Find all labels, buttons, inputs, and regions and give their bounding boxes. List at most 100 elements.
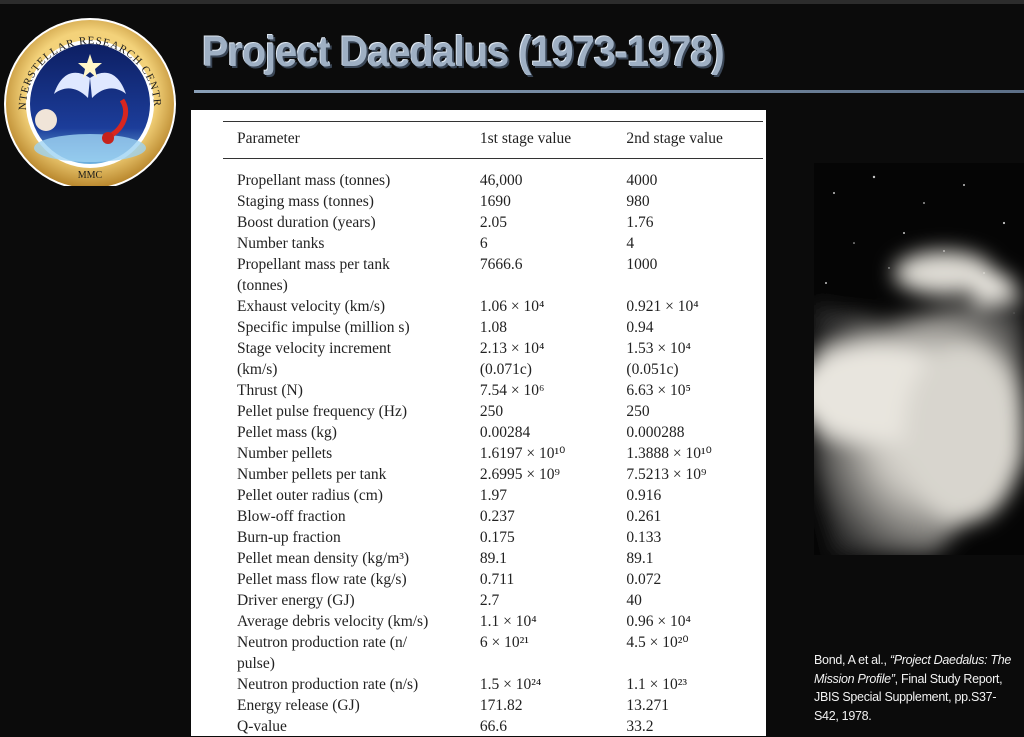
column-header-parameter: Parameter <box>223 121 466 159</box>
parameter-cell: Blow-off fraction <box>237 508 346 525</box>
stage-2-cell: 4.5 × 10²⁰ <box>626 634 689 651</box>
stage-1-cell: 7.54 × 10⁶ <box>479 382 545 399</box>
stage-1-cell: 250 <box>479 403 504 420</box>
table-row: Neutron production rate (n/s) 1.5 × 10²⁴… <box>223 674 763 695</box>
stage-2-cell: 33.2 <box>626 718 654 735</box>
stage-1-cell: 1690 <box>479 193 511 210</box>
parameter-cell: Average debris velocity (km/s) <box>237 613 429 630</box>
parameter-cell: Neutron production rate (n/pulse) <box>223 632 466 674</box>
slide-title: Project Daedalus (1973-1978) <box>202 28 725 76</box>
stage-2-cell: 40 <box>626 592 642 609</box>
interstellar-research-centre-logo: INTERSTELLAR RESEARCH CENTRE MMC <box>2 16 176 186</box>
stage-1-cell: 6 <box>479 235 488 252</box>
table-row: Specific impulse (million s) 1.08 0.94 <box>223 317 763 338</box>
parameter-line: Propellant mass per tank <box>237 256 390 273</box>
stage-2-cell: 7.5213 × 10⁹ <box>626 466 707 483</box>
table-row: Pellet mass (kg) 0.00284 0.000288 <box>223 422 763 443</box>
stage-2-cell: 250 <box>626 403 650 420</box>
table-row: Staging mass (tonnes) 1690 980 <box>223 191 763 212</box>
stage-1-value-fraction-c: (0.071c) <box>479 361 532 378</box>
stage-2-cell: 89.1 <box>626 550 654 567</box>
parameter-cell: Thrust (N) <box>237 382 303 399</box>
stage-2-cell: 4 <box>626 235 635 252</box>
stage-1-cell: 1.97 <box>479 487 508 504</box>
stage-1-cell: 2.7 <box>479 592 500 609</box>
parameter-line-continued: pulse) <box>237 655 275 672</box>
stage-2-value-fraction-c: (0.051c) <box>626 361 679 378</box>
parameter-cell: Number pellets <box>237 445 333 462</box>
daedalus-parameter-table: Parameter 1st stage value 2nd stage valu… <box>223 121 763 737</box>
logo-bottom-text: MMC <box>78 170 103 181</box>
parameter-line: Neutron production rate (n/ <box>237 634 408 651</box>
table-row: Stage velocity increment (km/s) 2.13 × 10… <box>223 338 763 380</box>
table-row: Energy release (GJ) 171.82 13.271 <box>223 695 763 716</box>
stage-1-cell: 46,000 <box>479 172 523 189</box>
table-row: Pellet outer radius (cm) 1.97 0.916 <box>223 485 763 506</box>
stage-2-cell: 0.921 × 10⁴ <box>626 298 699 315</box>
stage-1-cell: 66.6 <box>479 718 508 735</box>
parameter-cell: Burn-up fraction <box>237 529 341 546</box>
table-row: Q-value 66.6 33.2 <box>223 716 763 737</box>
stage-1-cell: 0.00284 <box>479 424 531 441</box>
stage-1-cell: 1.6197 × 10¹⁰ <box>479 445 566 462</box>
parameter-cell: Energy release (GJ) <box>237 697 360 714</box>
stage-1-cell: 2.05 <box>479 214 508 231</box>
parameter-cell: Driver energy (GJ) <box>237 592 355 609</box>
parameter-cell: Staging mass (tonnes) <box>237 193 374 210</box>
parameter-cell: Neutron production rate (n/s) <box>237 676 419 693</box>
column-header-stage-1: 1st stage value <box>465 121 613 159</box>
parameter-cell: Stage velocity increment (km/s) <box>223 338 466 380</box>
stage-1-cell: 1.1 × 10⁴ <box>479 613 537 630</box>
stage-2-cell: 0.072 <box>626 571 662 588</box>
top-frame-bar <box>0 0 1024 4</box>
stage-2-cell: 0.916 <box>626 487 662 504</box>
table-row: Pellet mass flow rate (kg/s) 0.711 0.072 <box>223 569 763 590</box>
parameter-cell: Pellet mass (kg) <box>237 424 337 441</box>
stage-2-cell: 0.133 <box>626 529 662 546</box>
table-row: Exhaust velocity (km/s) 1.06 × 10⁴ 0.921… <box>223 296 763 317</box>
stage-2-cell: 0.94 <box>626 319 654 336</box>
stage-1-cell: 0.237 <box>479 508 515 525</box>
parameter-line-continued: (km/s) <box>237 361 278 378</box>
table-row: Pellet pulse frequency (Hz) 250 250 <box>223 401 763 422</box>
parameter-cell: Boost duration (years) <box>237 214 376 231</box>
parameter-cell: Number tanks <box>237 235 325 252</box>
title-divider <box>194 90 1024 93</box>
stage-2-cell: 13.271 <box>626 697 670 714</box>
stage-2-cell: 4000 <box>626 172 658 189</box>
stage-2-cell: 980 <box>626 193 650 210</box>
stage-1-cell: 1.06 × 10⁴ <box>479 298 545 315</box>
parameter-cell: Pellet mass flow rate (kg/s) <box>237 571 407 588</box>
stage-1-cell: 0.175 <box>479 529 515 546</box>
stage-1-value: 2.13 × 10⁴ <box>479 340 545 357</box>
stage-1-cell: 1.5 × 10²⁴ <box>479 676 542 693</box>
table-row: Burn-up fraction 0.175 0.133 <box>223 527 763 548</box>
reference-citation: Bond, A et al., “Project Daedalus: The M… <box>814 651 1019 725</box>
parameter-cell: Exhaust velocity (km/s) <box>237 298 386 315</box>
table-row: Driver energy (GJ) 2.7 40 <box>223 590 763 611</box>
parameter-cell: Propellant mass per tank (tonnes) <box>223 254 466 296</box>
citation-authors: Bond, A et al., <box>814 653 890 667</box>
table-row: Propellant mass per tank (tonnes) 7666.6 … <box>223 254 763 296</box>
stage-1-cell: 0.711 <box>479 571 515 588</box>
parameter-line: Stage velocity increment <box>237 340 392 357</box>
stage-1-cell: 171.82 <box>479 697 523 714</box>
table-row: Propellant mass (tonnes) 46,000 4000 <box>223 159 763 192</box>
table-row: Number tanks 6 4 <box>223 233 763 254</box>
parameter-cell: Pellet mean density (kg/m³) <box>237 550 410 567</box>
stage-1-cell: 2.6995 × 10⁹ <box>479 466 560 483</box>
stage-2-cell: 0.000288 <box>626 424 685 441</box>
table-row: Blow-off fraction 0.237 0.261 <box>223 506 763 527</box>
table-row: Number pellets 1.6197 × 10¹⁰ 1.3888 × 10… <box>223 443 763 464</box>
stage-1-cell: 2.13 × 10⁴ (0.071c) <box>466 338 613 380</box>
stage-2-cell: 1.1 × 10²³ <box>626 676 688 693</box>
table-row: Neutron production rate (n/pulse) 6 × 10… <box>223 632 763 674</box>
table-header-row: Parameter 1st stage value 2nd stage valu… <box>223 121 763 159</box>
parameter-cell: Pellet outer radius (cm) <box>237 487 383 504</box>
parameter-table-panel: Parameter 1st stage value 2nd stage valu… <box>191 110 766 736</box>
stage-1-cell: 6 × 10²¹ <box>479 634 529 651</box>
parameter-cell: Q-value <box>237 718 287 735</box>
stage-2-cell: 1.53 × 10⁴ (0.051c) <box>612 338 763 380</box>
parameter-cell: Specific impulse (million s) <box>237 319 410 336</box>
table-row: Average debris velocity (km/s) 1.1 × 10⁴… <box>223 611 763 632</box>
